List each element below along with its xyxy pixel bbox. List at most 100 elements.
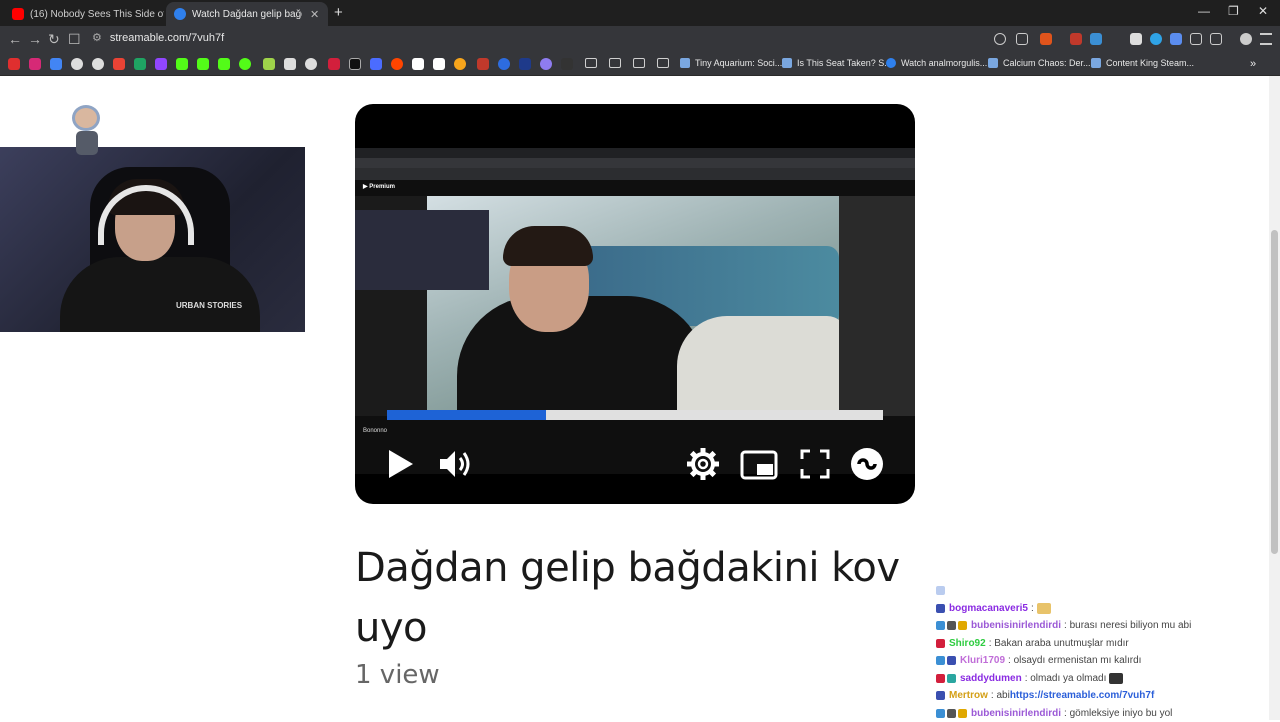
chat-text: : burası neresi biliyon mu abi — [1064, 620, 1191, 631]
bookmark-site-icon[interactable] — [454, 58, 466, 70]
restore-button[interactable]: ❐ — [1228, 4, 1239, 18]
extension-icon[interactable] — [1170, 33, 1182, 45]
bookmark-site-icon[interactable] — [263, 58, 275, 70]
webcam-overlay: URBAN STORIES — [0, 147, 305, 332]
bookmark-gmail-icon[interactable] — [113, 58, 125, 70]
video-player[interactable]: ▶ Premium Bononno — [355, 104, 915, 504]
bookmark-folder-icon[interactable] — [633, 58, 645, 68]
bookmark-x-icon[interactable] — [349, 58, 361, 70]
bookmark-site-icon[interactable] — [71, 58, 83, 70]
bookmark-site-icon[interactable] — [328, 58, 340, 70]
steam-icon — [680, 58, 690, 68]
more-bookmarks-icon[interactable]: » — [1250, 58, 1256, 70]
bookmark-icon[interactable]: ☐ — [68, 31, 81, 48]
bookmark-patreon-icon[interactable] — [412, 58, 424, 70]
tab-youtube[interactable]: (16) Nobody Sees This Side of Türkiye — [4, 2, 164, 26]
share-icon[interactable] — [1016, 33, 1028, 45]
puzzle-icon[interactable] — [1190, 33, 1202, 45]
tab-streamable[interactable]: Watch Dağdan gelip bağdaki ✕ — [166, 2, 328, 26]
page-scrollbar[interactable] — [1269, 76, 1280, 720]
bookmark-site-icon[interactable] — [498, 58, 510, 70]
tab-title: Watch Dağdan gelip bağdaki — [192, 9, 302, 20]
bookmark-kick-icon[interactable] — [197, 58, 209, 70]
bookmark-item[interactable]: Is This Seat Taken? S... — [782, 58, 892, 68]
play-icon[interactable] — [385, 444, 417, 484]
bookmark-item[interactable]: Watch analmorgulis... — [886, 58, 987, 68]
chat-username[interactable]: bubenisinirlendirdi — [971, 708, 1061, 719]
bookmark-site-icon[interactable] — [540, 58, 552, 70]
bookmark-site-icon[interactable] — [92, 58, 104, 70]
bookmark-anchor-icon[interactable] — [284, 58, 296, 70]
chat-username[interactable]: bogmacanaveri5 — [949, 603, 1028, 614]
bookmark-item[interactable]: Calcium Chaos: Der... — [988, 58, 1091, 68]
chat-username[interactable]: saddydumen — [960, 673, 1022, 684]
bookmark-translate-icon[interactable] — [50, 58, 62, 70]
extension-icon[interactable] — [1130, 33, 1142, 45]
address-bar[interactable]: ⚙streamable.com/7vuh7f — [92, 31, 224, 44]
menu-icon[interactable] — [1260, 33, 1272, 45]
volume-icon[interactable] — [437, 446, 473, 482]
chat-text: : abi — [991, 690, 1010, 701]
tab-title: (16) Nobody Sees This Side of Türkiye — [30, 9, 164, 20]
back-button[interactable]: ← — [8, 31, 22, 47]
reload-button[interactable]: ↻ — [48, 31, 60, 48]
chat-message — [936, 582, 1269, 600]
extension-icon[interactable] — [1070, 33, 1082, 45]
chat-message: bubenisinirlendirdi: gömleksiye iniyo bu… — [936, 705, 1269, 722]
sidebar-icon[interactable] — [1210, 33, 1222, 45]
close-window-button[interactable]: ✕ — [1258, 4, 1268, 18]
settings-gear-icon[interactable] — [685, 446, 721, 482]
bookmark-youtube-icon[interactable] — [8, 58, 20, 70]
bookmark-item[interactable]: Content King Steam... — [1091, 58, 1194, 68]
close-tab-icon[interactable]: ✕ — [310, 8, 319, 21]
chat-username[interactable]: Mertrow — [949, 690, 988, 701]
bookmark-folder-icon[interactable] — [609, 58, 621, 68]
progress-bar[interactable] — [387, 410, 883, 420]
minimize-button[interactable]: — — [1198, 4, 1210, 18]
bookmark-kick-icon[interactable] — [176, 58, 188, 70]
zoom-icon[interactable] — [994, 33, 1006, 45]
view-count: 1 view — [355, 660, 440, 690]
bookmark-kick-icon[interactable] — [239, 58, 251, 70]
youtube-icon — [12, 8, 24, 20]
video-frame[interactable]: ▶ Premium Bononno — [355, 148, 915, 474]
bookmark-site-icon[interactable] — [477, 58, 489, 70]
extension-icon[interactable] — [1150, 33, 1162, 45]
bookmark-site-icon[interactable] — [561, 58, 573, 70]
bookmark-item[interactable]: Tiny Aquarium: Soci... — [680, 58, 782, 68]
chat-badge-icon — [947, 656, 956, 665]
chat-message: bubenisinirlendirdi: burası neresi biliy… — [936, 617, 1269, 635]
bookmark-reddit-icon[interactable] — [391, 58, 403, 70]
chat-message: Shiro92: Bakan araba unutmuşlar mıdır — [936, 635, 1269, 653]
chat-username[interactable]: Shiro92 — [949, 638, 986, 649]
chat-username[interactable]: Kluri1709 — [960, 655, 1005, 666]
chat-link[interactable]: https://streamable.com/7vuh7f — [1010, 690, 1154, 701]
media-icon[interactable] — [1240, 33, 1252, 45]
bookmark-kick-icon[interactable] — [218, 58, 230, 70]
picture-in-picture-icon[interactable] — [739, 448, 779, 482]
chat-username[interactable]: bubenisinirlendirdi — [971, 620, 1061, 631]
bookmark-drive-icon[interactable] — [134, 58, 146, 70]
avatar-sticker — [68, 103, 104, 159]
site-info-icon[interactable]: ⚙ — [92, 32, 102, 44]
chat-badge-icon — [936, 621, 945, 630]
chat-badge-icon — [936, 656, 945, 665]
forward-button[interactable]: → — [28, 31, 42, 47]
steam-icon — [1091, 58, 1101, 68]
new-tab-button[interactable]: + — [334, 4, 343, 21]
scrollbar-thumb[interactable] — [1271, 230, 1278, 554]
streamable-logo-icon[interactable] — [849, 446, 885, 482]
bookmark-site-icon[interactable] — [370, 58, 382, 70]
bookmark-amazon-icon[interactable] — [433, 58, 445, 70]
bookmark-site-icon[interactable] — [519, 58, 531, 70]
brave-shield-icon[interactable] — [1040, 33, 1052, 45]
fullscreen-icon[interactable] — [799, 448, 831, 480]
video-title: Dağdan gelip bağdakini kov uyo — [355, 538, 915, 658]
bookmark-instagram-icon[interactable] — [29, 58, 41, 70]
bookmark-folder-icon[interactable] — [585, 58, 597, 68]
chat-badge-icon — [936, 639, 945, 648]
bookmark-site-icon[interactable] — [305, 58, 317, 70]
extension-icon[interactable] — [1090, 33, 1102, 45]
bookmark-twitch-icon[interactable] — [155, 58, 167, 70]
bookmark-folder-icon[interactable] — [657, 58, 669, 68]
